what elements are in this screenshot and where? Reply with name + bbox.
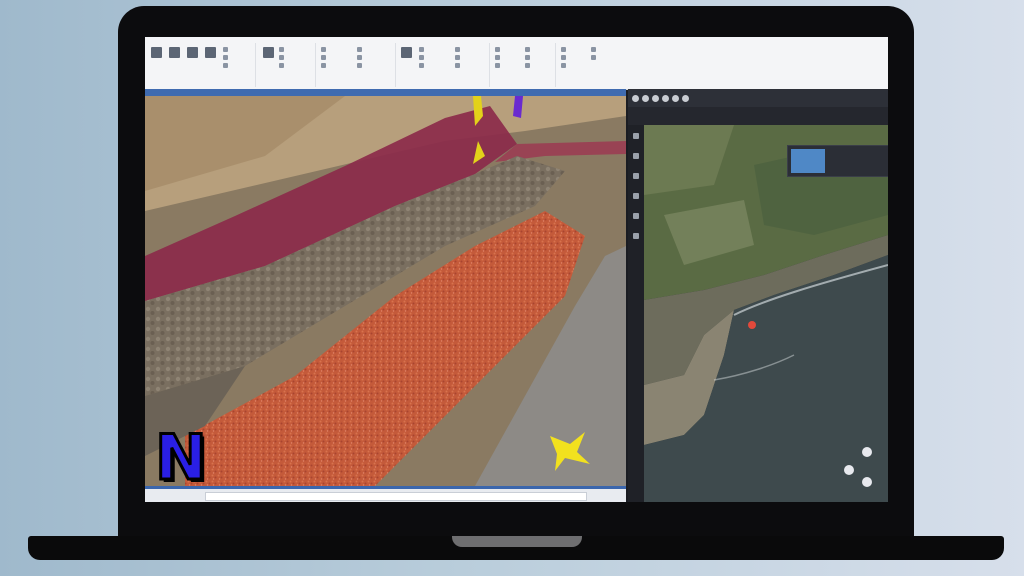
ribbon-small-button[interactable] bbox=[279, 63, 284, 68]
3d-outcrop-view[interactable] bbox=[145, 96, 626, 486]
result-thumbnail bbox=[791, 149, 825, 173]
ribbon-small-button[interactable] bbox=[525, 63, 530, 68]
ribbon-small-button[interactable] bbox=[223, 55, 228, 60]
ribbon-small-button[interactable] bbox=[321, 55, 326, 60]
fullscreen-icon[interactable] bbox=[862, 477, 872, 487]
ribbon-small-button[interactable] bbox=[279, 47, 284, 52]
view-title-bar bbox=[145, 89, 626, 96]
map-sidebar bbox=[628, 125, 644, 502]
back-arrow-icon[interactable] bbox=[672, 94, 679, 102]
map-header bbox=[628, 107, 888, 125]
map-panel bbox=[628, 89, 888, 502]
map-toolbar bbox=[628, 89, 888, 107]
nav-button-icon[interactable] bbox=[662, 94, 669, 102]
ribbon-toolbar bbox=[145, 37, 888, 90]
ribbon-group-6 bbox=[557, 43, 621, 87]
satellite-imagery bbox=[644, 125, 888, 502]
layers-icon[interactable] bbox=[633, 193, 639, 199]
ribbon-group-2 bbox=[257, 43, 316, 87]
status-bar bbox=[145, 486, 626, 502]
ribbon-small-button[interactable] bbox=[419, 55, 424, 60]
ribbon-small-button[interactable] bbox=[455, 47, 460, 52]
ribbon-small-button[interactable] bbox=[495, 55, 500, 60]
laptop-screen bbox=[145, 37, 888, 502]
ribbon-button[interactable] bbox=[399, 47, 413, 60]
settings-icon[interactable] bbox=[633, 233, 639, 239]
ribbon-small-button[interactable] bbox=[321, 47, 326, 52]
ribbon-small-button[interactable] bbox=[357, 63, 362, 68]
ribbon-button[interactable] bbox=[149, 47, 163, 60]
ribbon-small-button[interactable] bbox=[223, 47, 228, 52]
globe-icon[interactable] bbox=[633, 153, 639, 159]
ribbon-button[interactable] bbox=[203, 47, 217, 60]
ribbon-small-button[interactable] bbox=[525, 47, 530, 52]
command-input[interactable] bbox=[205, 492, 587, 501]
ribbon-small-button[interactable] bbox=[357, 47, 362, 52]
satellite-map[interactable] bbox=[644, 125, 888, 502]
forward-arrow-icon[interactable] bbox=[682, 94, 689, 102]
ribbon-small-button[interactable] bbox=[591, 47, 596, 52]
ribbon-small-button[interactable] bbox=[561, 55, 566, 60]
nav-button-icon[interactable] bbox=[642, 94, 649, 102]
location-pin-icon[interactable] bbox=[748, 321, 756, 329]
zoom-button[interactable] bbox=[844, 465, 854, 475]
ribbon-button[interactable] bbox=[261, 47, 275, 60]
nav-button-icon[interactable] bbox=[652, 94, 659, 102]
ribbon-small-button[interactable] bbox=[279, 55, 284, 60]
ribbon-small-button[interactable] bbox=[223, 63, 228, 68]
laptop-notch bbox=[452, 536, 582, 547]
ribbon-group-3 bbox=[317, 43, 396, 87]
search-result-card[interactable] bbox=[787, 145, 888, 177]
ribbon-small-button[interactable] bbox=[561, 63, 566, 68]
ribbon-small-button[interactable] bbox=[455, 55, 460, 60]
ribbon-small-button[interactable] bbox=[455, 63, 460, 68]
ribbon-small-button[interactable] bbox=[357, 55, 362, 60]
ribbon-group-4 bbox=[397, 43, 490, 87]
search-icon[interactable] bbox=[633, 133, 639, 139]
ribbon-button[interactable] bbox=[185, 47, 199, 60]
bookmark-icon[interactable] bbox=[633, 173, 639, 179]
brand-logo: N bbox=[154, 421, 209, 494]
nav-button-icon[interactable] bbox=[632, 94, 639, 102]
ribbon-small-button[interactable] bbox=[495, 47, 500, 52]
ribbon-button[interactable] bbox=[167, 47, 181, 60]
ribbon-small-button[interactable] bbox=[321, 63, 326, 68]
ribbon-small-button[interactable] bbox=[525, 55, 530, 60]
ribbon-group-5 bbox=[491, 43, 556, 87]
ribbon-group-1 bbox=[147, 43, 256, 87]
ribbon-small-button[interactable] bbox=[561, 47, 566, 52]
ribbon-small-button[interactable] bbox=[419, 63, 424, 68]
outcrop-model-render bbox=[145, 96, 626, 486]
ribbon-small-button[interactable] bbox=[591, 55, 596, 60]
ribbon-small-button[interactable] bbox=[495, 63, 500, 68]
compass-icon[interactable] bbox=[862, 447, 872, 457]
measure-icon[interactable] bbox=[633, 213, 639, 219]
ribbon-small-button[interactable] bbox=[419, 47, 424, 52]
